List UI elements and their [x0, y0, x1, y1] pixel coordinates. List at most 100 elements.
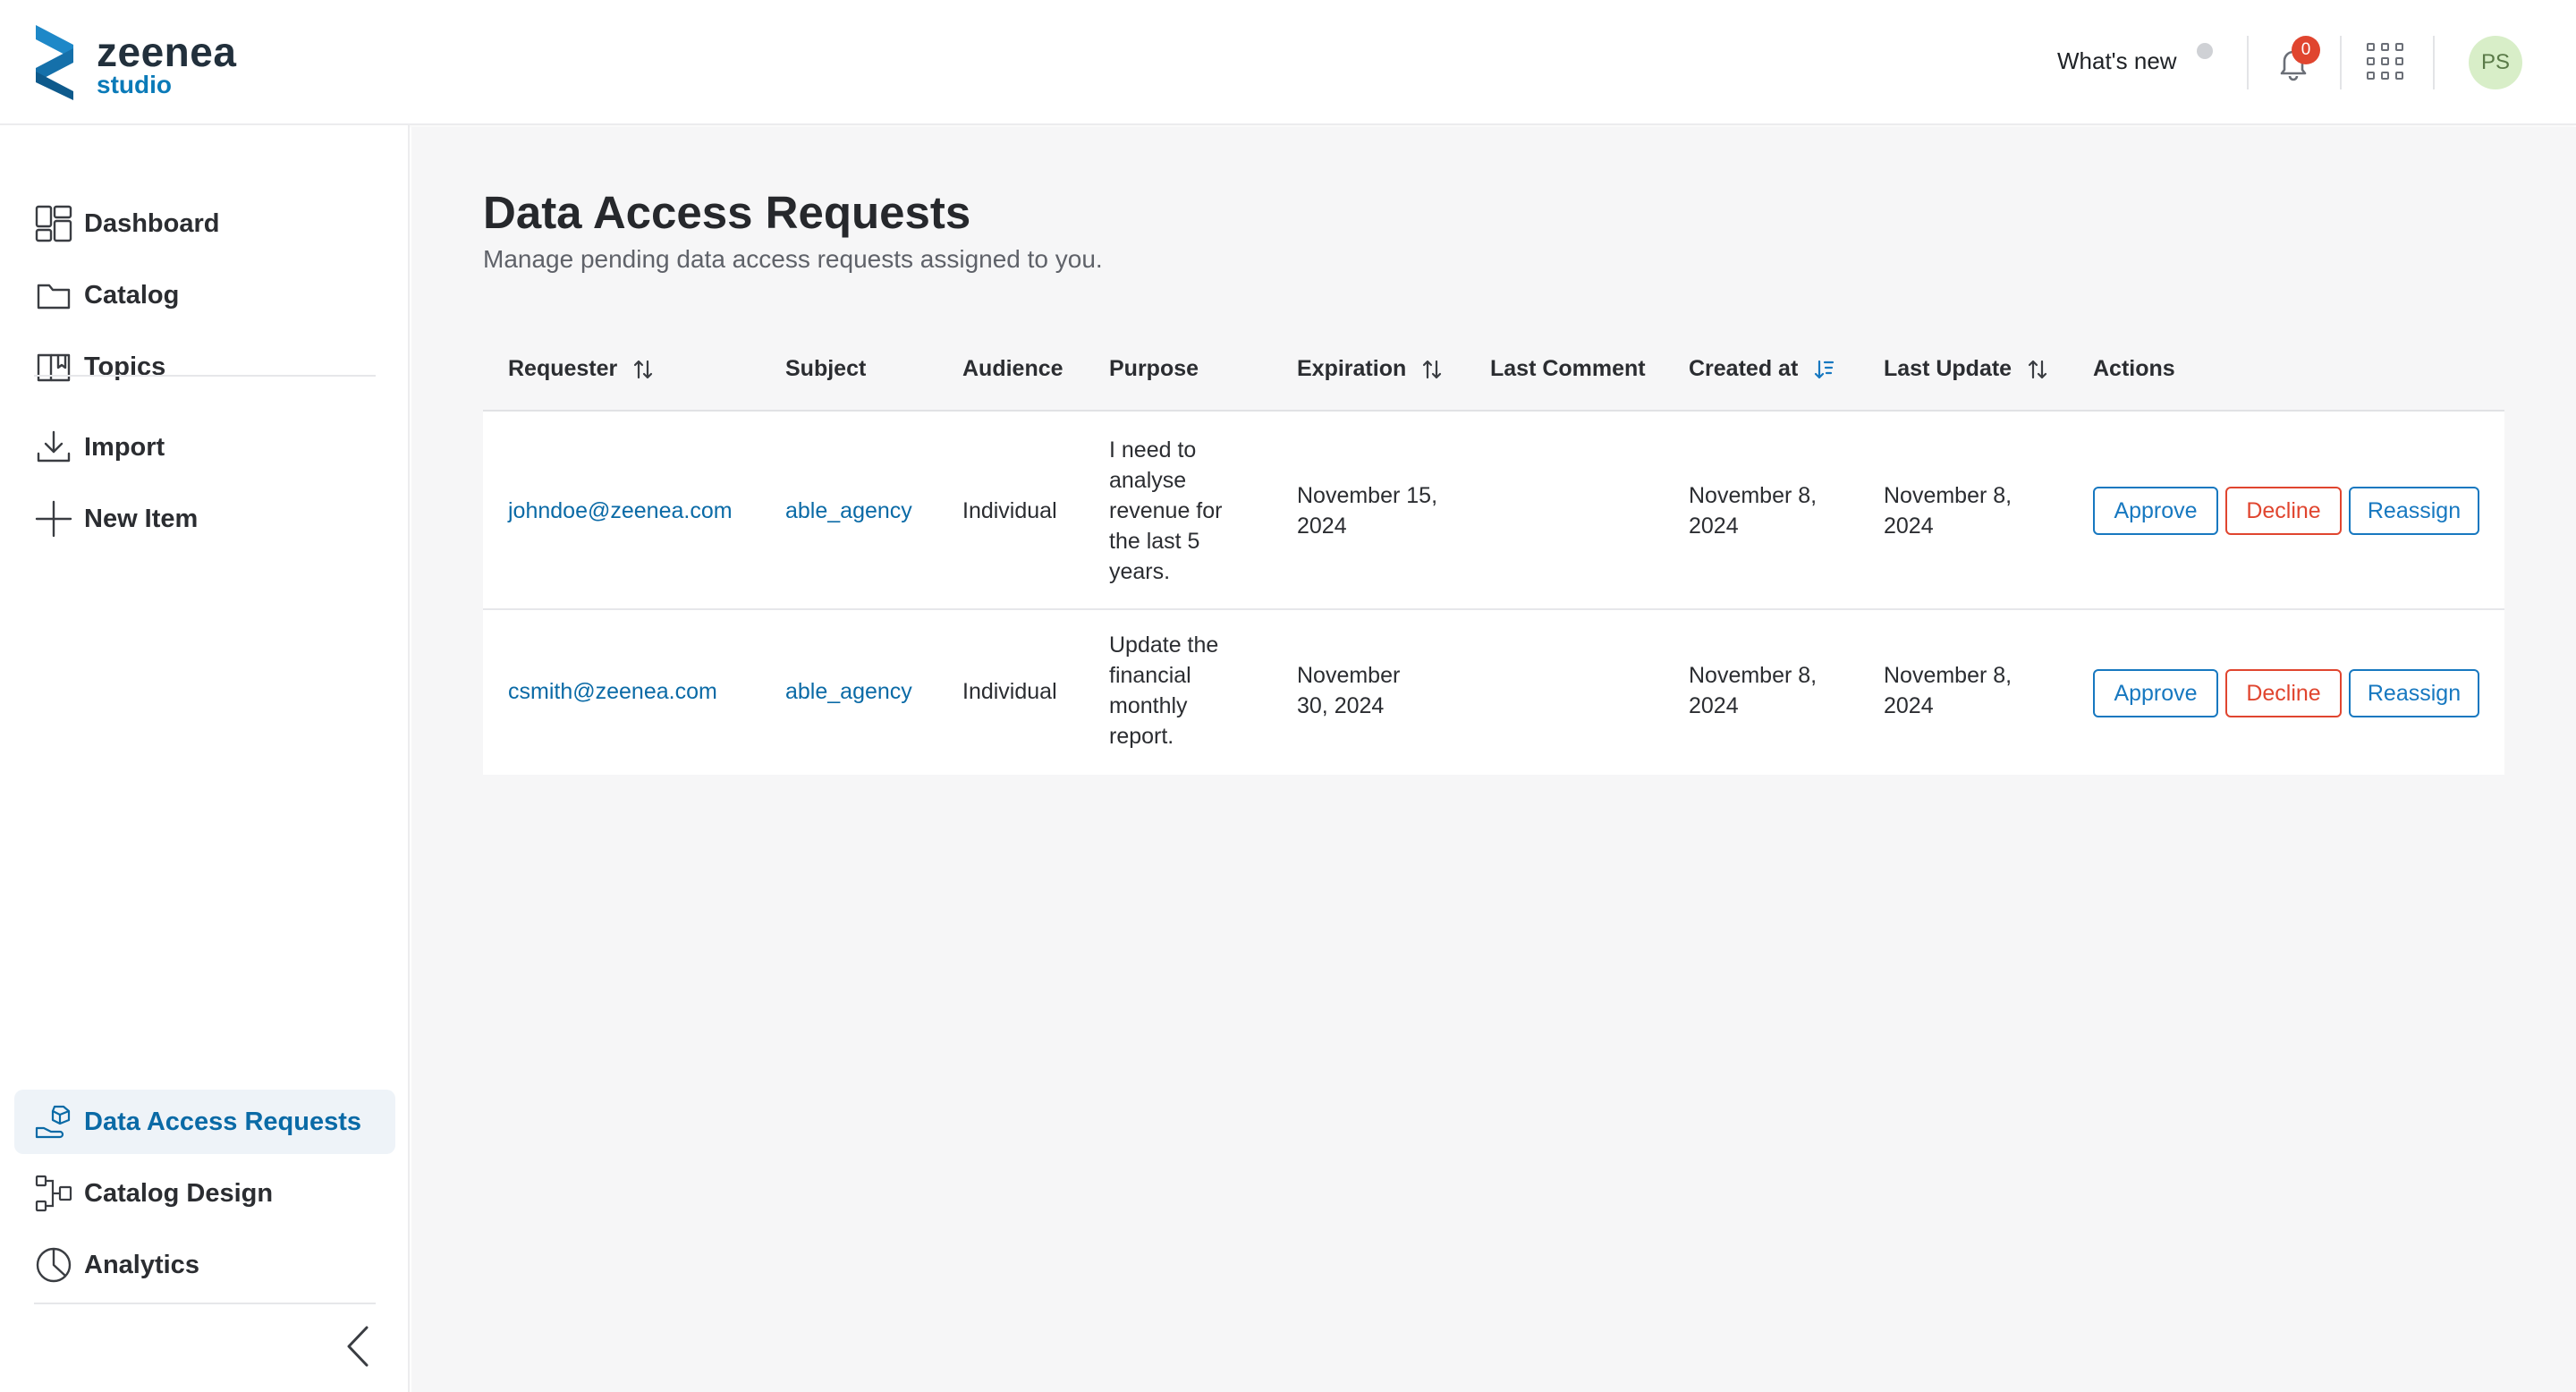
created-at-value: November 8, 2024	[1689, 480, 1817, 541]
sidebar-item-label: Dashboard	[84, 208, 220, 238]
requests-table: Requester Subject Audience Purpose Expir…	[483, 326, 2504, 775]
expiration-value: November 15, 2024	[1297, 480, 1437, 541]
column-header-created-at[interactable]: Created at	[1689, 326, 1835, 412]
last-update-value: November 8, 2024	[1884, 660, 2012, 721]
column-header-purpose: Purpose	[1109, 356, 1199, 381]
expiration-line: 30, 2024	[1297, 693, 1385, 718]
top-bar: zeenea studio What's new 0 PS	[0, 0, 2576, 125]
expiration-value: November 30, 2024	[1297, 660, 1400, 721]
decline-button[interactable]: Decline	[2225, 487, 2342, 535]
created-at-line: November 8,	[1689, 483, 1818, 508]
collapse-sidebar-icon[interactable]	[340, 1324, 376, 1369]
avatar[interactable]: PS	[2469, 36, 2522, 89]
purpose-line: report.	[1109, 724, 1174, 749]
column-label: Requester	[508, 356, 618, 381]
page-title: Data Access Requests	[483, 187, 971, 238]
sidebar-item-label: New Item	[84, 504, 199, 533]
apps-grid-icon[interactable]	[2367, 43, 2406, 82]
sort-descending-icon[interactable]	[1813, 358, 1835, 381]
sidebar-item-label: Import	[84, 432, 165, 462]
logo-word: zeenea	[97, 29, 237, 75]
divider	[2340, 36, 2342, 89]
sidebar-item-new-item[interactable]: New Item	[14, 487, 395, 551]
table-row: johndoe@zeenea.com able_agency Individua…	[483, 412, 2504, 610]
column-header-subject: Subject	[785, 356, 867, 381]
requester-link[interactable]: csmith@zeenea.com	[508, 676, 717, 707]
download-icon	[34, 428, 73, 467]
purpose-line: Update the	[1109, 632, 1219, 658]
sidebar-item-label: Catalog	[84, 280, 180, 310]
column-header-audience: Audience	[962, 356, 1063, 381]
whats-new-link[interactable]: What's new	[2057, 41, 2177, 81]
main-content: Data Access Requests Manage pending data…	[411, 127, 2576, 1392]
table-row: csmith@zeenea.com able_agency Individual…	[483, 610, 2504, 775]
audience-value: Individual	[962, 498, 1057, 523]
last-update-value: November 8, 2024	[1884, 480, 2012, 541]
sidebar-item-dashboard[interactable]: Dashboard	[14, 191, 395, 256]
audience-value: Individual	[962, 679, 1057, 704]
sidebar: Dashboard Catalog Topics Import New Item…	[0, 125, 410, 1392]
logo-sub: studio	[97, 71, 172, 98]
purpose-line: the last 5	[1109, 529, 1200, 554]
reassign-button[interactable]: Reassign	[2349, 669, 2479, 717]
notification-badge: 0	[2292, 36, 2320, 64]
sidebar-item-label: Data Access Requests	[84, 1107, 362, 1136]
sidebar-item-analytics[interactable]: Analytics	[14, 1233, 395, 1297]
dashboard-icon	[34, 204, 73, 243]
sidebar-item-catalog[interactable]: Catalog	[14, 263, 395, 327]
reassign-button[interactable]: Reassign	[2349, 487, 2479, 535]
expiration-line: November	[1297, 663, 1401, 688]
purpose-line: monthly	[1109, 693, 1188, 718]
requester-link[interactable]: johndoe@zeenea.com	[508, 496, 733, 526]
last-update-line: November 8,	[1884, 663, 2012, 688]
created-at-line: 2024	[1689, 514, 1739, 539]
column-header-requester[interactable]: Requester	[508, 326, 654, 412]
purpose-line: revenue for	[1109, 498, 1223, 523]
last-update-line: 2024	[1884, 693, 1934, 718]
sidebar-divider	[34, 1303, 376, 1304]
created-at-line: November 8,	[1689, 663, 1818, 688]
expiration-line: November 15,	[1297, 483, 1438, 508]
sidebar-item-data-access-requests[interactable]: Data Access Requests	[14, 1090, 395, 1154]
sort-icon[interactable]	[1421, 358, 1443, 381]
subject-link[interactable]: able_agency	[785, 676, 912, 707]
design-icon	[34, 1174, 73, 1213]
sidebar-item-topics[interactable]: Topics	[14, 335, 395, 399]
folder-icon	[34, 276, 73, 315]
created-at-value: November 8, 2024	[1689, 660, 1817, 721]
sidebar-divider	[34, 375, 376, 377]
book-icon	[34, 347, 73, 386]
column-header-expiration[interactable]: Expiration	[1297, 326, 1443, 412]
divider	[2247, 36, 2249, 89]
page-subtitle: Manage pending data access requests assi…	[483, 245, 1103, 273]
hand-box-icon	[34, 1102, 73, 1142]
column-label: Created at	[1689, 356, 1799, 381]
sort-icon[interactable]	[632, 358, 654, 381]
zeenea-logo[interactable]: zeenea studio	[34, 25, 267, 102]
expiration-line: 2024	[1297, 514, 1347, 539]
sort-icon[interactable]	[2027, 358, 2048, 381]
sidebar-item-catalog-design[interactable]: Catalog Design	[14, 1161, 395, 1226]
column-header-last-update[interactable]: Last Update	[1884, 326, 2048, 412]
divider	[2433, 36, 2435, 89]
column-header-actions: Actions	[2093, 356, 2175, 381]
purpose-line: analyse	[1109, 468, 1187, 493]
plus-icon	[34, 499, 73, 539]
decline-button[interactable]: Decline	[2225, 669, 2342, 717]
approve-button[interactable]: Approve	[2093, 487, 2218, 535]
approve-button[interactable]: Approve	[2093, 669, 2218, 717]
purpose-line: I need to	[1109, 437, 1197, 463]
sidebar-item-import[interactable]: Import	[14, 415, 395, 480]
sidebar-item-label: Catalog Design	[84, 1178, 274, 1208]
purpose-line: financial	[1109, 663, 1191, 688]
table-header: Requester Subject Audience Purpose Expir…	[483, 326, 2504, 412]
sidebar-item-label: Analytics	[84, 1250, 199, 1279]
zeenea-logo-mark	[36, 25, 73, 100]
subject-link[interactable]: able_agency	[785, 496, 912, 526]
last-update-line: November 8,	[1884, 483, 2012, 508]
purpose-value: Update the financial monthly report.	[1109, 630, 1218, 751]
whats-new-indicator	[2197, 43, 2213, 59]
purpose-line: years.	[1109, 559, 1171, 584]
last-update-line: 2024	[1884, 514, 1934, 539]
column-header-last-comment: Last Comment	[1490, 356, 1646, 381]
